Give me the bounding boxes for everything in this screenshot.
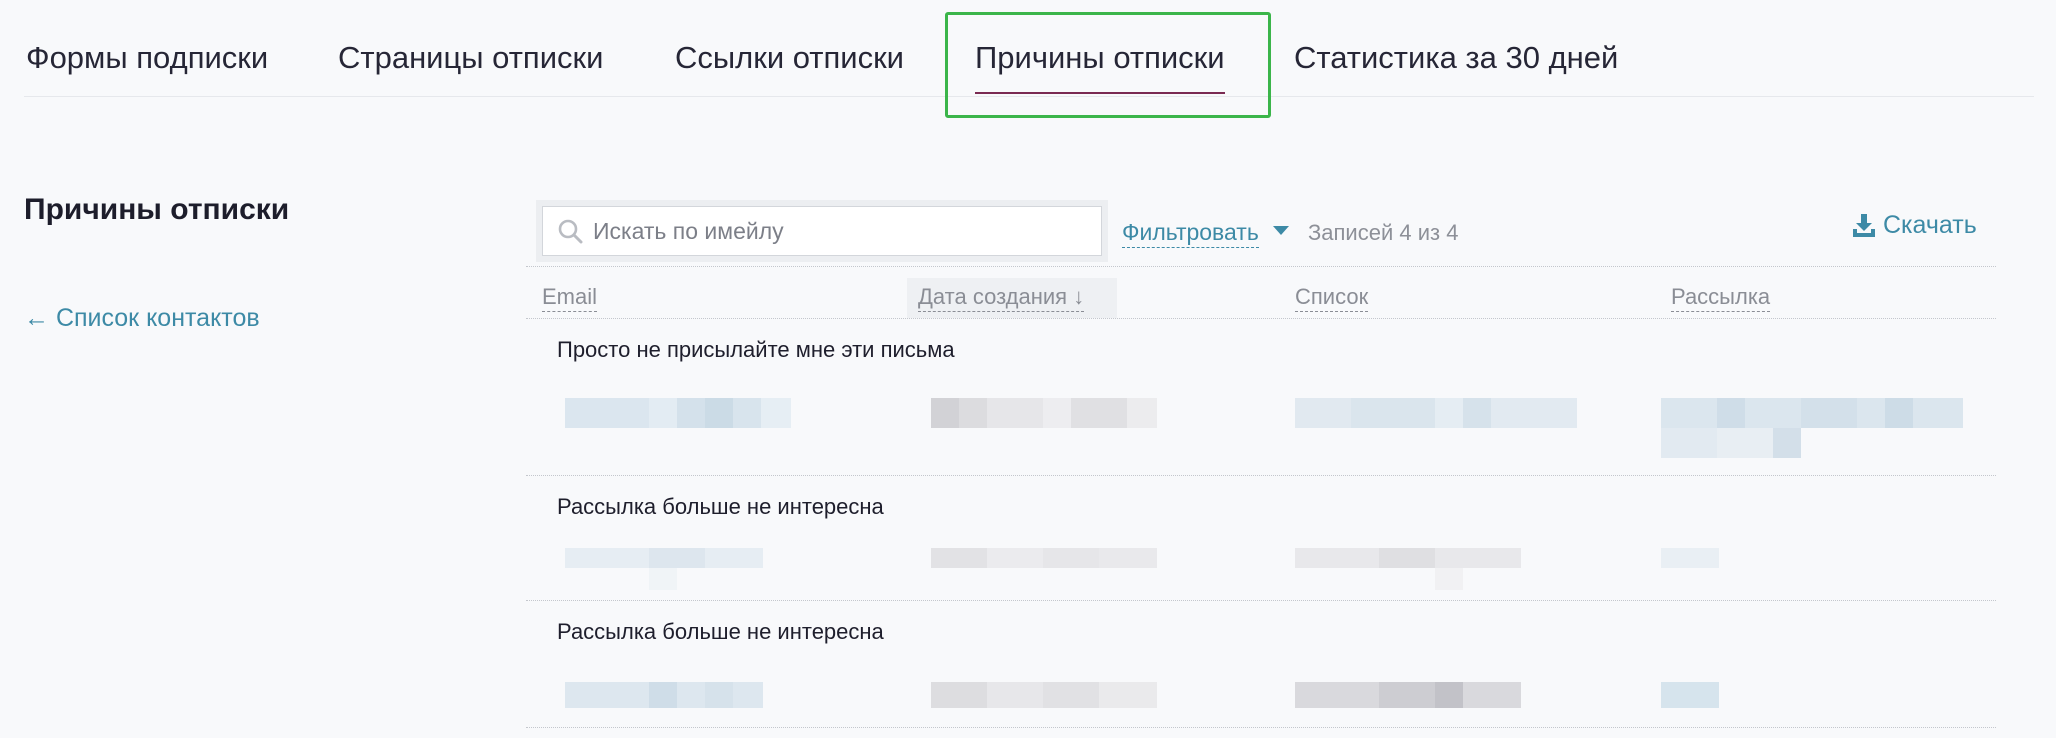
back-to-contacts-link[interactable]: ← Список контактов: [24, 304, 260, 333]
page-title: Причины отписки: [24, 193, 290, 226]
search-box[interactable]: [542, 206, 1102, 256]
column-header-list[interactable]: Список: [1295, 284, 1369, 312]
redacted-mailing: [1661, 682, 1719, 708]
redacted-mailing: [1661, 548, 1719, 568]
column-header-created[interactable]: Дата создания ↓: [918, 284, 1085, 312]
row-divider: [526, 475, 1996, 476]
redacted-date: [931, 548, 1157, 568]
redacted-email: [565, 682, 763, 708]
redacted-mailing: [1661, 398, 1963, 458]
download-label: Скачать: [1883, 211, 1977, 239]
tab-unsubscribe-links[interactable]: Ссылки отписки: [675, 40, 904, 76]
redacted-list: [1295, 398, 1577, 428]
download-icon: [1851, 213, 1877, 239]
tab-stats-30-days[interactable]: Статистика за 30 дней: [1294, 40, 1618, 76]
table-header-divider: [526, 318, 1996, 319]
table-top-divider: [526, 266, 1996, 267]
redacted-list: [1295, 682, 1521, 708]
search-field-wrapper: [536, 200, 1108, 262]
row-reason: Рассылка больше не интересна: [557, 619, 884, 644]
filter-button[interactable]: Фильтровать: [1122, 219, 1259, 248]
row-divider: [526, 600, 1996, 601]
filter-caret-icon[interactable]: [1273, 226, 1289, 235]
tab-unsubscribe-pages[interactable]: Страницы отписки: [338, 40, 603, 76]
redacted-date: [931, 398, 1157, 428]
column-header-email[interactable]: Email: [542, 284, 598, 312]
records-count: Записей 4 из 4: [1308, 220, 1459, 245]
row-reason: Рассылка больше не интересна: [557, 494, 884, 519]
redacted-date: [931, 682, 1157, 708]
redacted-list: [1295, 548, 1521, 590]
redacted-email: [565, 398, 791, 428]
search-icon: [557, 218, 583, 244]
column-header-mailing[interactable]: Рассылка: [1671, 284, 1771, 312]
tab-subscription-forms[interactable]: Формы подписки: [26, 40, 268, 76]
active-tab-highlight-box: [945, 12, 1271, 118]
row-divider: [526, 727, 1996, 728]
redacted-email: [565, 548, 763, 590]
download-button[interactable]: Скачать: [1851, 211, 1977, 240]
row-reason: Просто не присылайте мне эти письма: [557, 337, 955, 362]
search-input[interactable]: [593, 217, 1073, 245]
